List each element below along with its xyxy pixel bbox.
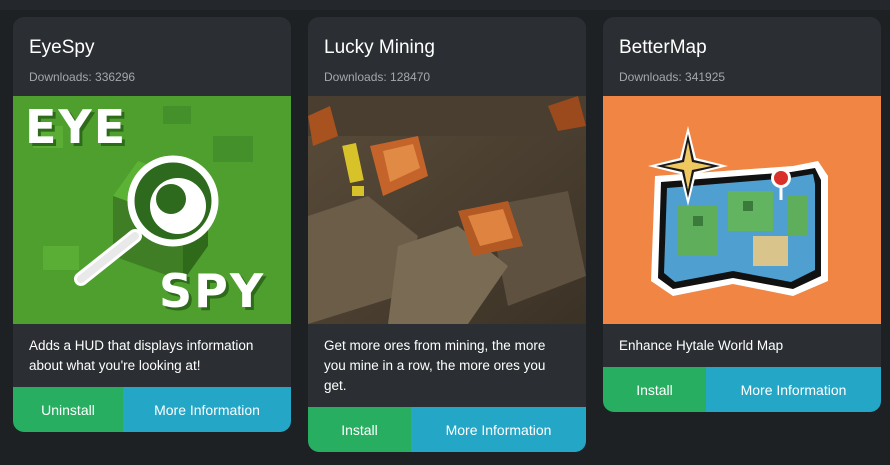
mod-downloads: Downloads: 336296 — [29, 70, 136, 84]
mod-downloads: Downloads: 128470 — [324, 70, 431, 84]
mod-description: Enhance Hytale World Map — [619, 338, 784, 353]
mod-card-lucky-mining: Lucky Mining Downloads: 128470 Get more … — [308, 17, 586, 452]
install-button[interactable]: Install — [603, 367, 706, 412]
bettermap-artwork — [603, 96, 881, 324]
mod-card-bettermap: BetterMap Downloads: 341925 Enhance Hyta — [603, 17, 881, 412]
mod-downloads: Downloads: 341925 — [619, 70, 726, 84]
uninstall-button[interactable]: Uninstall — [13, 387, 123, 432]
mod-title: BetterMap — [619, 37, 707, 58]
more-information-button[interactable]: More Information — [411, 407, 586, 452]
mod-thumbnail — [603, 96, 881, 324]
mod-title: Lucky Mining — [324, 37, 435, 58]
top-strip — [0, 0, 890, 10]
mod-description: Get more ores from mining, the more you … — [324, 338, 546, 393]
mod-actions: Uninstall More Information — [13, 387, 291, 432]
mod-thumbnail: EYE SPY — [13, 96, 291, 324]
install-button[interactable]: Install — [308, 407, 411, 452]
more-information-button[interactable]: More Information — [706, 367, 881, 412]
more-information-button[interactable]: More Information — [123, 387, 291, 432]
mod-title: EyeSpy — [29, 37, 95, 58]
thumb-text-bottom: SPY — [159, 264, 266, 318]
mod-thumbnail — [308, 96, 586, 324]
lucky-mining-artwork — [308, 96, 586, 324]
mod-actions: Install More Information — [308, 407, 586, 452]
mod-actions: Install More Information — [603, 367, 881, 412]
thumb-text-top: EYE — [25, 100, 128, 154]
mod-description: Adds a HUD that displays information abo… — [29, 338, 254, 373]
mod-card-eyespy: EyeSpy Downloads: 336296 EYE SPY Adds a … — [13, 17, 291, 432]
